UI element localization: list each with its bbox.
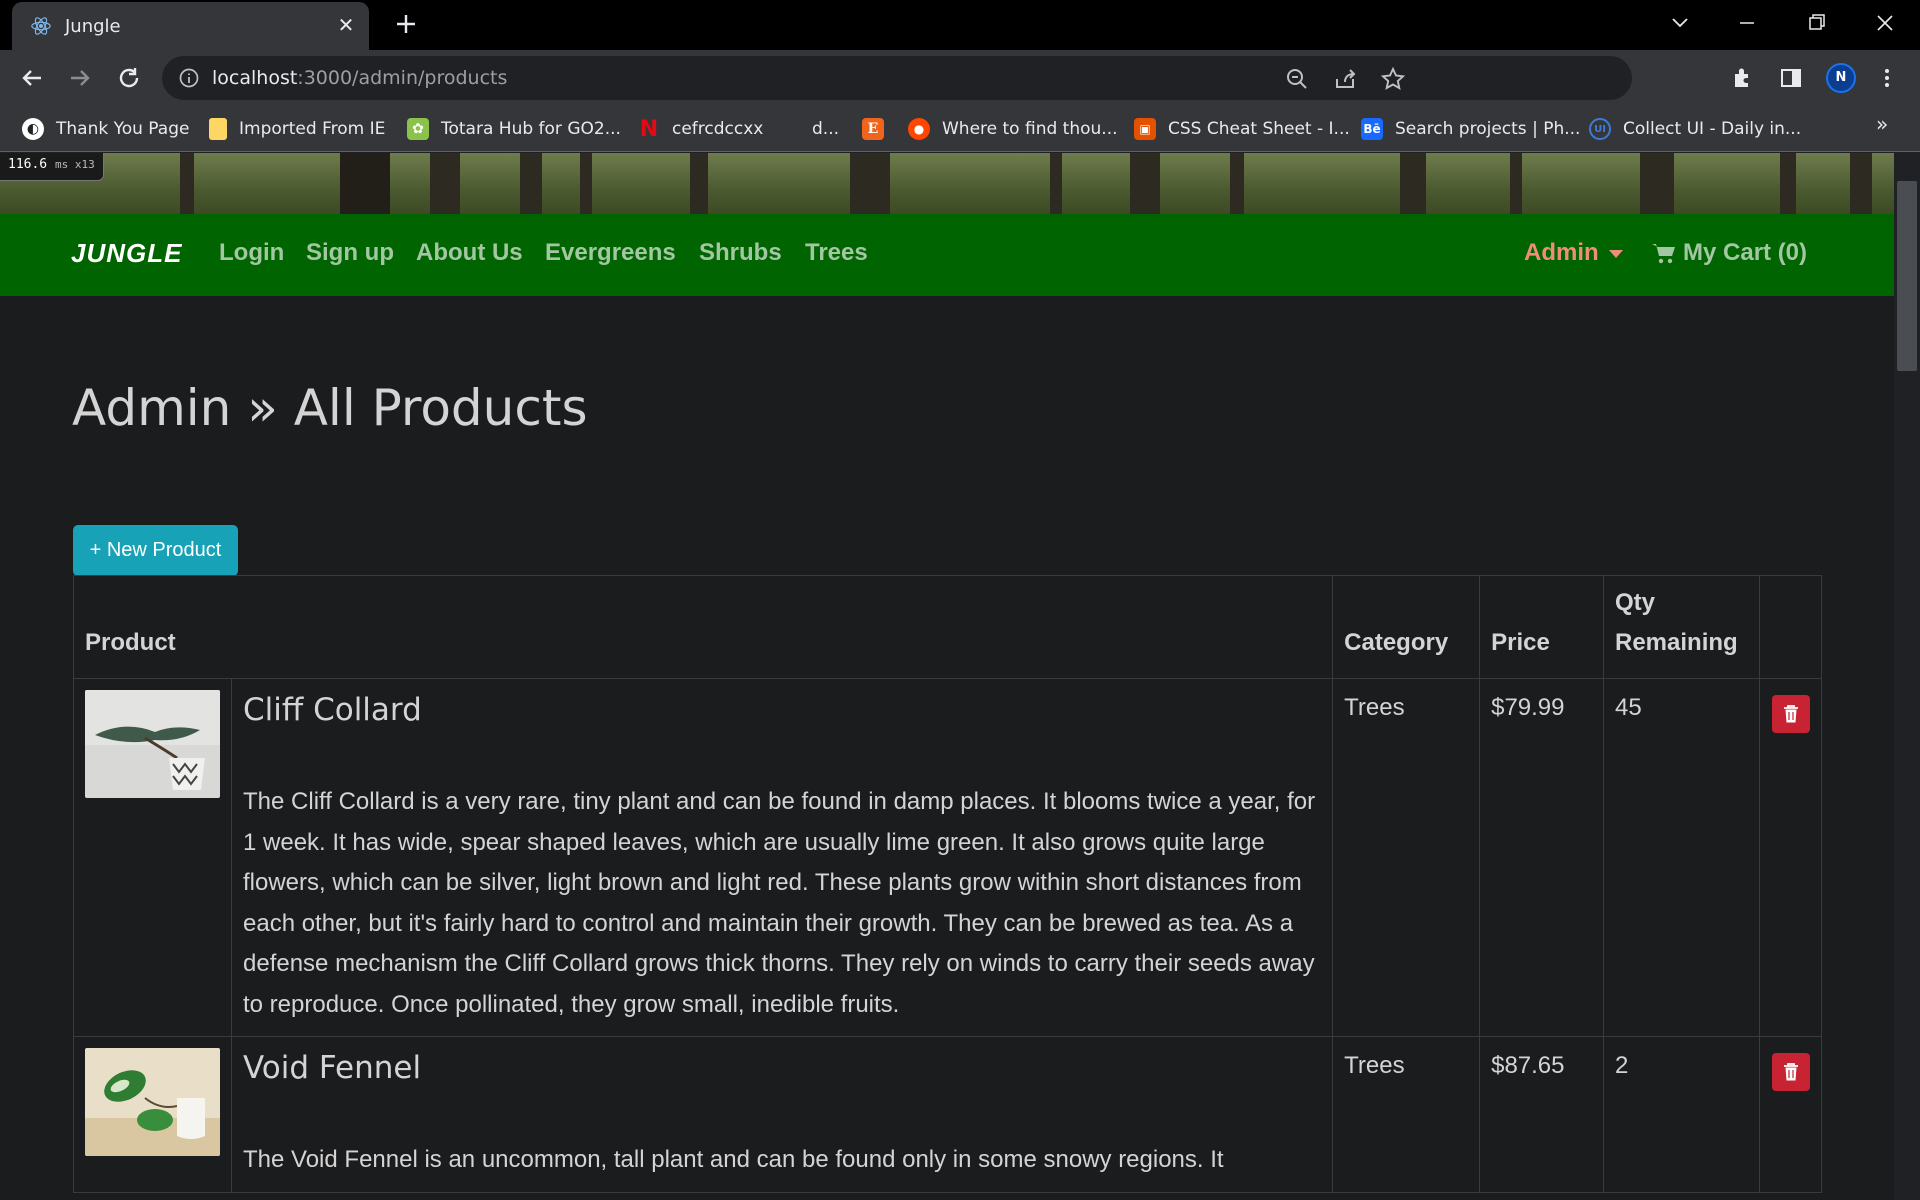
product-name[interactable]: Void Fennel bbox=[243, 1050, 1321, 1086]
product-price: $79.99 bbox=[1479, 678, 1604, 1037]
tab-search-icon[interactable] bbox=[1660, 8, 1700, 38]
bookmark-etsy[interactable]: E bbox=[862, 116, 896, 142]
etsy-icon: E bbox=[862, 118, 884, 140]
product-info-cell: Cliff Collard The Cliff Collard is a ver… bbox=[230, 678, 1334, 1037]
menu-dots-icon[interactable] bbox=[1874, 65, 1900, 91]
gift-icon: ▣ bbox=[1134, 118, 1156, 140]
nav-my-cart[interactable]: My Cart (0) bbox=[1651, 239, 1807, 267]
reddit-icon: ● bbox=[908, 118, 930, 140]
table-row: Void Fennel The Void Fennel is an uncomm… bbox=[73, 1036, 1823, 1193]
forward-icon[interactable] bbox=[64, 62, 96, 94]
totara-icon: ✿ bbox=[407, 118, 429, 140]
new-tab-icon[interactable] bbox=[392, 10, 420, 38]
back-icon[interactable] bbox=[16, 62, 48, 94]
browser-toolbar: localhost:3000/admin/products bbox=[0, 50, 1920, 106]
restore-icon[interactable] bbox=[1796, 8, 1836, 38]
products-table: Product Category Price Qty Remaining Cli… bbox=[72, 575, 1823, 1193]
nav-about-us[interactable]: About Us bbox=[416, 239, 523, 267]
render-time-overlay: 116.6 ms x13 bbox=[0, 153, 104, 181]
new-product-button[interactable]: + New Product bbox=[73, 525, 238, 576]
admin-dropdown[interactable]: Admin bbox=[1524, 239, 1623, 267]
column-header-product: Product bbox=[72, 575, 1334, 679]
bookmark-search-projects[interactable]: Bē Search projects | Ph... bbox=[1361, 116, 1580, 142]
page-title: Admin » All Products bbox=[72, 379, 588, 437]
bookmark-css-cheat-sheet[interactable]: ▣ CSS Cheat Sheet - I... bbox=[1134, 116, 1350, 142]
extensions-icon[interactable] bbox=[1730, 65, 1756, 91]
product-category: Trees bbox=[1332, 678, 1481, 1037]
bookmark-star-icon[interactable] bbox=[1380, 66, 1406, 92]
column-header-category: Category bbox=[1332, 575, 1481, 679]
bookmarks-overflow-chevron-icon[interactable]: » bbox=[1876, 112, 1888, 136]
trash-icon bbox=[1783, 1063, 1798, 1081]
bookmark-collect-ui[interactable]: UI Collect UI - Daily in... bbox=[1589, 116, 1801, 142]
product-thumbnail-cell bbox=[73, 1036, 232, 1193]
nav-shrubs[interactable]: Shrubs bbox=[699, 239, 782, 267]
bookmark-d[interactable]: d... bbox=[812, 116, 839, 142]
close-tab-icon[interactable]: ✕ bbox=[334, 13, 358, 37]
netflix-icon: N bbox=[639, 116, 659, 142]
product-image-void-fennel bbox=[85, 1048, 220, 1156]
side-panel-icon[interactable] bbox=[1778, 65, 1804, 91]
nav-login[interactable]: Login bbox=[219, 239, 284, 267]
table-row: Cliff Collard The Cliff Collard is a ver… bbox=[73, 678, 1823, 1037]
minimize-icon[interactable] bbox=[1727, 8, 1767, 38]
column-header-price: Price bbox=[1479, 575, 1604, 679]
window-close-icon[interactable] bbox=[1865, 8, 1905, 38]
brand-logo[interactable]: JUNGLE bbox=[71, 238, 182, 269]
product-name[interactable]: Cliff Collard bbox=[243, 692, 1321, 728]
behance-icon: Bē bbox=[1361, 118, 1383, 140]
delete-product-button[interactable] bbox=[1771, 695, 1810, 733]
cart-icon bbox=[1652, 244, 1675, 264]
product-info-cell: Void Fennel The Void Fennel is an uncomm… bbox=[230, 1036, 1334, 1193]
column-header-actions bbox=[1758, 575, 1823, 679]
site-info-icon[interactable] bbox=[178, 67, 200, 89]
product-category: Trees bbox=[1332, 1036, 1481, 1193]
collectui-icon: UI bbox=[1589, 118, 1611, 140]
share-icon[interactable] bbox=[1332, 66, 1358, 92]
tab-strip: Jungle ✕ bbox=[0, 0, 1920, 50]
globe-icon: ◐ bbox=[22, 118, 44, 140]
bookmark-totara-hub[interactable]: ✿ Totara Hub for GO2... bbox=[407, 116, 621, 142]
browser-tab-active[interactable]: Jungle ✕ bbox=[12, 2, 369, 50]
bookmark-imported-from-ie[interactable]: Imported From IE bbox=[209, 116, 385, 142]
zoom-icon[interactable] bbox=[1284, 66, 1310, 92]
caret-down-icon bbox=[1608, 249, 1623, 258]
page-scrollbar[interactable] bbox=[1894, 153, 1920, 1200]
forest-banner-image bbox=[0, 153, 1894, 214]
address-bar[interactable]: localhost:3000/admin/products bbox=[162, 56, 1632, 100]
react-icon bbox=[31, 17, 51, 35]
product-price: $87.65 bbox=[1479, 1036, 1604, 1193]
nav-signup[interactable]: Sign up bbox=[306, 239, 394, 267]
product-thumbnail-cell bbox=[73, 678, 232, 1037]
bookmarks-bar: ◐ Thank You Page Imported From IE ✿ Tota… bbox=[0, 106, 1920, 152]
product-qty: 2 bbox=[1603, 1036, 1760, 1193]
delete-product-button[interactable] bbox=[1771, 1053, 1810, 1091]
bookmark-cefrcdccxx[interactable]: N cefrcdccxx bbox=[638, 116, 764, 142]
product-qty: 45 bbox=[1603, 678, 1760, 1037]
bookmark-where-to-find[interactable]: ● Where to find thou... bbox=[908, 116, 1118, 142]
product-image-cliff-collard bbox=[85, 690, 220, 798]
product-description: The Cliff Collard is a very rare, tiny p… bbox=[243, 788, 1316, 1018]
nav-evergreens[interactable]: Evergreens bbox=[545, 239, 676, 267]
column-header-qty: Qty Remaining bbox=[1603, 575, 1760, 679]
reload-icon[interactable] bbox=[113, 62, 145, 94]
bookmark-thank-you-page[interactable]: ◐ Thank You Page bbox=[22, 116, 189, 142]
page-viewport: 116.6 ms x13 JUNGLE Login Sign up About … bbox=[0, 153, 1920, 1200]
product-actions bbox=[1758, 1036, 1823, 1193]
tab-title: Jungle bbox=[65, 16, 121, 37]
site-navbar: JUNGLE Login Sign up About Us Evergreens… bbox=[0, 214, 1894, 296]
scrollbar-thumb[interactable] bbox=[1897, 181, 1917, 371]
nav-trees[interactable]: Trees bbox=[805, 239, 868, 267]
product-description: The Void Fennel is an uncommon, tall pla… bbox=[243, 1146, 1224, 1173]
folder-icon bbox=[209, 118, 227, 140]
product-actions bbox=[1758, 678, 1823, 1037]
table-header-row: Product Category Price Qty Remaining bbox=[72, 575, 1823, 679]
address-bar-url[interactable]: localhost:3000/admin/products bbox=[212, 67, 507, 89]
trash-icon bbox=[1783, 705, 1798, 723]
profile-avatar[interactable]: N bbox=[1826, 63, 1856, 93]
